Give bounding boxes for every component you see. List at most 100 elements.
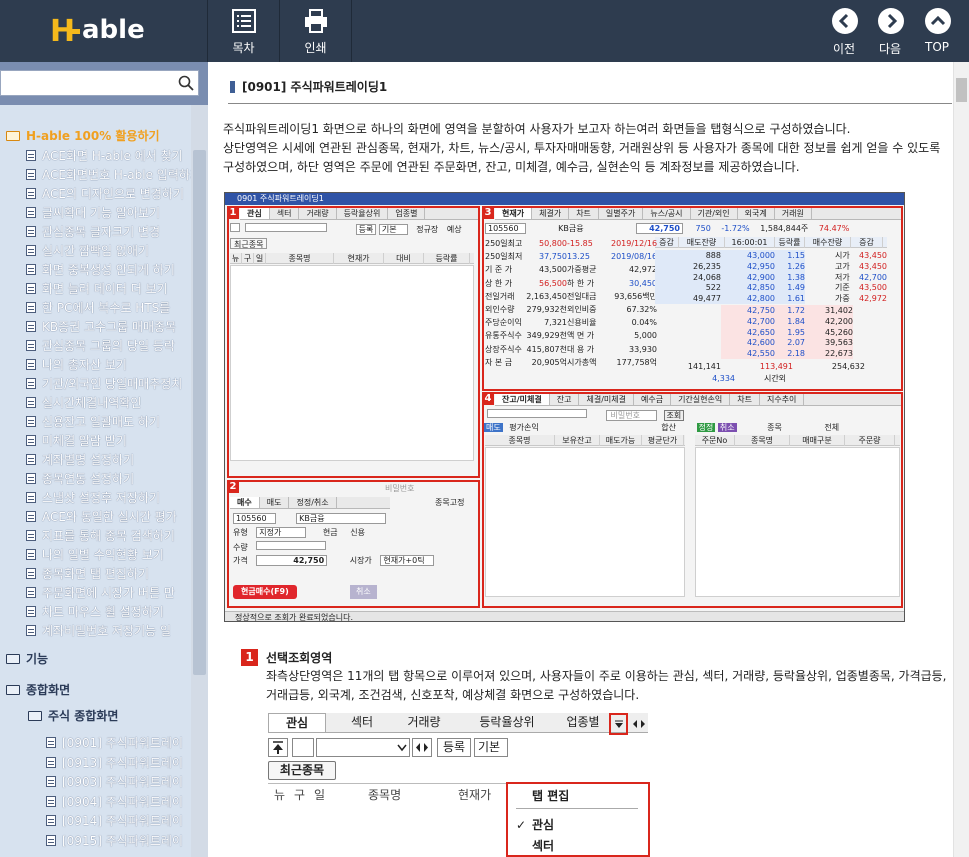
sidebar-item[interactable]: 나의 총자산 보기	[26, 356, 127, 375]
sidebar-item[interactable]: 계좌별명 설정하기	[26, 451, 134, 470]
mini-tab[interactable]: 차트	[730, 394, 760, 405]
mini-tab[interactable]: 외국계	[738, 208, 775, 219]
zoom-recent-button[interactable]: 최근종목	[268, 761, 336, 780]
zoom-tab[interactable]: 등락율상위	[464, 713, 550, 732]
menu-item-sector[interactable]: 섹터	[532, 836, 554, 856]
sidebar-item[interactable]: 관심종목 글자크기 변경	[26, 223, 160, 242]
mini-tab[interactable]: 잔고/미체결	[495, 394, 550, 405]
sidebar-item[interactable]: 글씨확대 기능 알아보기	[26, 204, 160, 223]
sidebar-sub-item[interactable]: [0901] 주식파워트레이	[46, 734, 183, 753]
area-2-price[interactable]: 42,750	[256, 555, 328, 566]
sidebar-item[interactable]: 종목연동 설정하기	[26, 470, 134, 489]
area-1-recent[interactable]: 최근종목	[230, 238, 268, 249]
sidebar-sub-item[interactable]: [0915] 주식파워트레이	[46, 832, 183, 851]
prev-button[interactable]: 이전	[821, 0, 867, 62]
area-2-fixed[interactable]: 종목고정	[435, 497, 464, 508]
mini-tab[interactable]: 잔고	[550, 394, 580, 405]
area-4-all[interactable]: 전체	[824, 423, 839, 432]
mini-tab[interactable]: 예수금	[634, 394, 672, 405]
tab-scroll-icon[interactable]	[631, 719, 647, 729]
sidebar-section-total[interactable]: 종합화면	[6, 681, 70, 700]
sidebar-item[interactable]: 화면 늘려 데이터 더 보기	[26, 280, 168, 299]
h-able-logo[interactable]: H able	[0, 0, 208, 62]
area-2-submit-button[interactable]: 현금매수(F9)	[233, 585, 297, 599]
area-4-account[interactable]	[487, 409, 587, 418]
mini-tab[interactable]: 매수	[230, 497, 260, 508]
mini-tab[interactable]: 지수추이	[760, 394, 805, 405]
area-2-cash[interactable]: 현금	[323, 528, 338, 537]
toc-button[interactable]: 목차	[208, 0, 280, 62]
search-icon[interactable]	[178, 75, 194, 91]
sidebar-item[interactable]: 주문화면에 시장가 버튼 만	[26, 584, 175, 603]
sidebar-item[interactable]: 실시간체결내역확인	[26, 394, 141, 413]
sidebar-item[interactable]: ACE화면번호 H-able 입력하기	[26, 166, 201, 185]
mini-tab[interactable]: 현재가	[495, 208, 533, 219]
area-2-current[interactable]: 현재가+0틱	[380, 555, 434, 566]
search-input[interactable]	[5, 73, 170, 93]
mini-tab[interactable]: 체결/미체결	[579, 394, 634, 405]
area-2-qty-input[interactable]	[256, 541, 327, 550]
sidebar-sub-item[interactable]: [0913] 주식파워트레이	[46, 754, 183, 773]
menu-item-gwansim[interactable]: ✓ 관심	[516, 815, 554, 835]
zoom-group-select[interactable]	[292, 738, 314, 757]
tab-menu-icon[interactable]	[614, 719, 624, 729]
area-2-type[interactable]: 지정가	[256, 527, 307, 538]
sidebar-item[interactable]: ACE화면 H-able 에서 찾기	[26, 147, 183, 166]
mini-tab[interactable]: 기관/외인	[691, 208, 738, 219]
area-4-stock[interactable]: 종목	[767, 423, 782, 432]
area-2-code[interactable]: 105560	[233, 513, 276, 524]
tab-edit-menu-item[interactable]: 탭 편집	[532, 786, 569, 806]
sidebar-item[interactable]: 지표를 통해 종목 검색하기	[26, 527, 175, 546]
zoom-list-select[interactable]	[316, 738, 410, 757]
zoom-tab[interactable]: 거래량	[394, 713, 454, 732]
sidebar-sub-item[interactable]: [0914] 주식파워트레이	[46, 812, 183, 831]
sidebar-item[interactable]: 화면 중복생성 안되게 하기	[26, 261, 175, 280]
top-button[interactable]: TOP	[914, 0, 960, 62]
zoom-pin-button[interactable]	[268, 738, 288, 757]
area-1-basic[interactable]: 기본	[378, 224, 408, 235]
sidebar-item[interactable]: ACE와 동일한 실시간 평가	[26, 508, 177, 527]
mini-tab[interactable]: 정정/취소	[289, 497, 337, 508]
mini-tab[interactable]: 섹터	[270, 208, 300, 219]
print-button[interactable]: 인쇄	[280, 0, 352, 62]
sidebar-item[interactable]: 차트 마우스 휠 설정하기	[26, 603, 164, 622]
area-2-credit[interactable]: 신용	[350, 528, 365, 537]
sidebar-item[interactable]: 관심종목 그룹의 당일 등락	[26, 337, 175, 356]
mini-tab[interactable]: 거래량	[299, 208, 337, 219]
sidebar-subsection[interactable]: 주식 종합화면	[28, 707, 118, 726]
zoom-tab[interactable]: 업종별	[558, 713, 608, 732]
area-2-market[interactable]: 시장가	[350, 556, 372, 565]
area-1-expected[interactable]: 예상	[447, 225, 462, 234]
sidebar-section-hable[interactable]: H-able 100% 활용하기	[6, 127, 160, 146]
area-2-cancel-button[interactable]: 취소	[350, 585, 377, 599]
zoom-tab[interactable]: 섹터	[334, 713, 390, 732]
main-scrollbar[interactable]	[953, 62, 969, 857]
sidebar-item[interactable]: ACE의 디자인으로 변경하기	[26, 185, 184, 204]
zoom-basic-select[interactable]: 기본	[474, 738, 508, 757]
sidebar-scrollbar[interactable]	[191, 105, 208, 857]
sidebar-item[interactable]: 계좌비밀번호 저장기능 일	[26, 622, 171, 641]
mini-tab[interactable]: 뉴스/공시	[643, 208, 691, 219]
area-4-sell[interactable]: 매도	[484, 423, 503, 432]
sidebar-item[interactable]: 기관/외국인 당일매매추정치	[26, 375, 182, 394]
sidebar-item[interactable]: 한 PC에서 복수로 HTS를	[26, 299, 170, 318]
main-scroll-thumb[interactable]	[956, 78, 967, 102]
sidebar-item[interactable]: 나의 일별 수익현황 보기	[26, 546, 164, 565]
mini-tab[interactable]: 관심	[240, 208, 270, 219]
zoom-tab[interactable]: 관심	[268, 713, 326, 732]
mini-tab[interactable]: 기간실현손익	[671, 394, 731, 405]
mini-tab[interactable]: 체결가	[532, 208, 570, 219]
sidebar-item[interactable]: 신용잔고 일괄매도 하기	[26, 413, 160, 432]
sidebar-item[interactable]: 스냅샷 설정후 저장하기	[26, 489, 160, 508]
area-4-password[interactable]: 비밀번호	[605, 410, 657, 421]
zoom-arrows[interactable]	[412, 738, 432, 757]
area-4-sum[interactable]: 합산	[661, 423, 676, 432]
area-1-session[interactable]: 정규장	[416, 225, 438, 234]
area-4-cancel[interactable]: 취소	[717, 423, 737, 432]
area-4-query[interactable]: 조회	[663, 410, 685, 421]
sidebar-item[interactable]: 실시간 깜빡임 없애기	[26, 242, 149, 261]
area-4-modify[interactable]: 정정	[696, 423, 716, 432]
sidebar-section-func[interactable]: 기능	[6, 650, 48, 669]
zoom-register-button[interactable]: 등록	[437, 738, 471, 757]
area-2-password[interactable]: 비밀번호	[385, 483, 414, 494]
